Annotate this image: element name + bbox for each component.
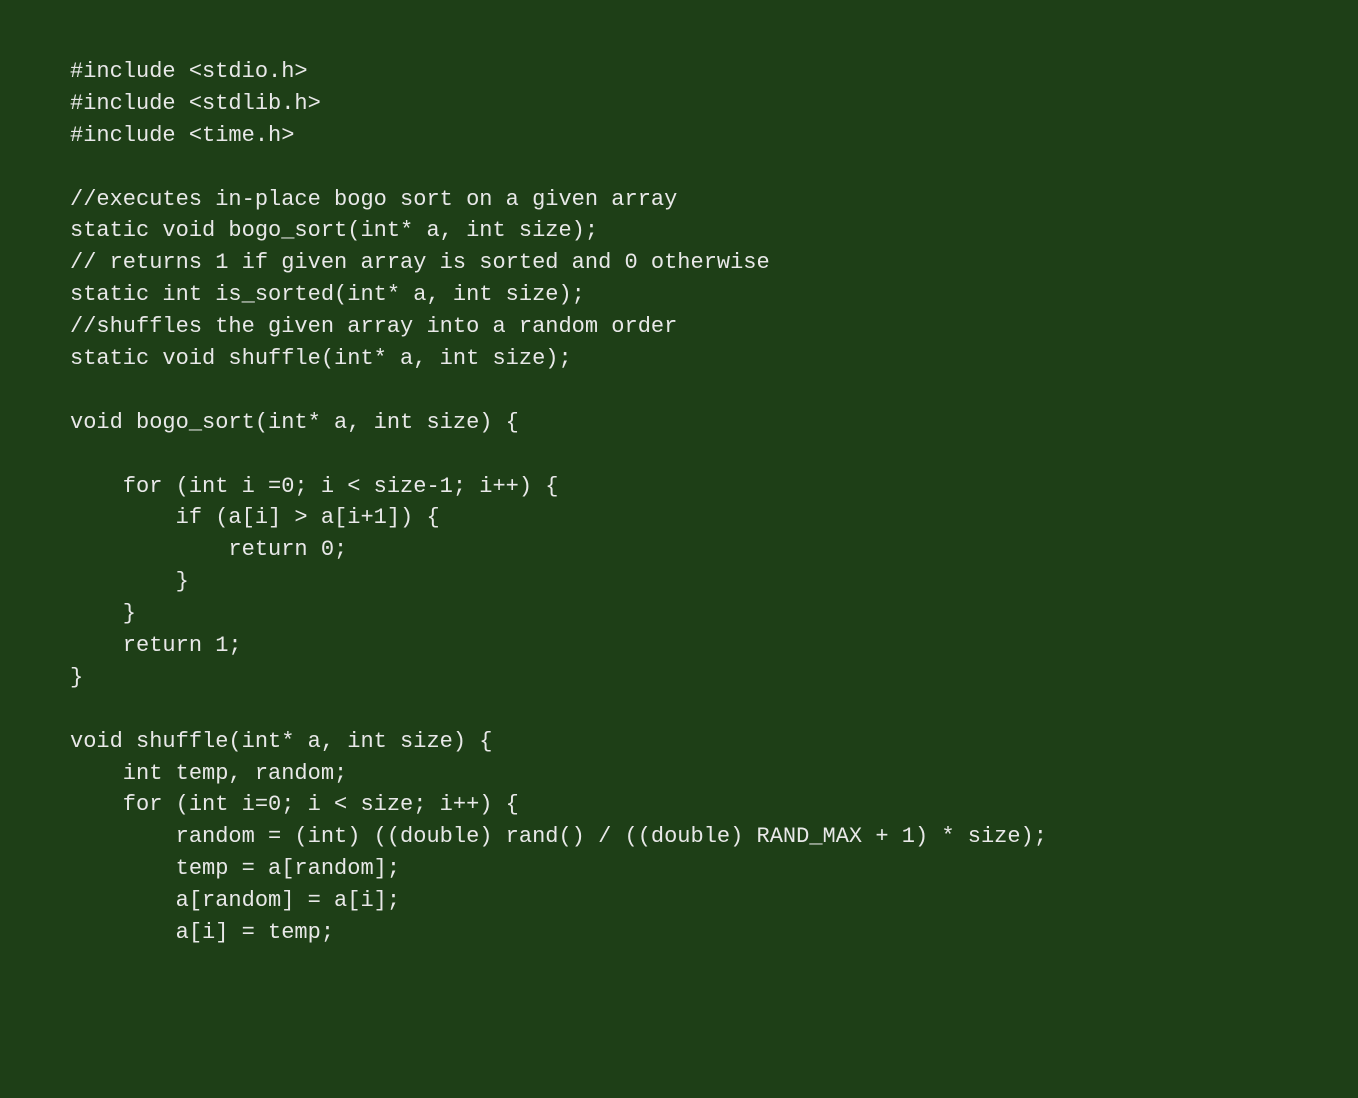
code-line: if (a[i] > a[i+1]) { (70, 502, 1288, 534)
code-line: static int is_sorted(int* a, int size); (70, 279, 1288, 311)
code-line: static void bogo_sort(int* a, int size); (70, 215, 1288, 247)
code-line: #include <stdlib.h> (70, 88, 1288, 120)
code-line: a[random] = a[i]; (70, 885, 1288, 917)
code-line: // returns 1 if given array is sorted an… (70, 247, 1288, 279)
code-block: #include <stdio.h>#include <stdlib.h>#in… (70, 56, 1288, 949)
code-line (70, 375, 1288, 407)
code-line: static void shuffle(int* a, int size); (70, 343, 1288, 375)
code-line: void shuffle(int* a, int size) { (70, 726, 1288, 758)
code-line (70, 152, 1288, 184)
code-line: } (70, 598, 1288, 630)
code-line: for (int i =0; i < size-1; i++) { (70, 471, 1288, 503)
code-line: //executes in-place bogo sort on a given… (70, 184, 1288, 216)
code-line: random = (int) ((double) rand() / ((doub… (70, 821, 1288, 853)
code-line: return 1; (70, 630, 1288, 662)
code-line: a[i] = temp; (70, 917, 1288, 949)
code-line: for (int i=0; i < size; i++) { (70, 789, 1288, 821)
code-line: #include <stdio.h> (70, 56, 1288, 88)
code-line (70, 439, 1288, 471)
code-line: temp = a[random]; (70, 853, 1288, 885)
code-line: } (70, 566, 1288, 598)
code-line: //shuffles the given array into a random… (70, 311, 1288, 343)
code-line: int temp, random; (70, 758, 1288, 790)
code-line: return 0; (70, 534, 1288, 566)
code-line: void bogo_sort(int* a, int size) { (70, 407, 1288, 439)
code-line: } (70, 662, 1288, 694)
code-line (70, 694, 1288, 726)
code-line: #include <time.h> (70, 120, 1288, 152)
